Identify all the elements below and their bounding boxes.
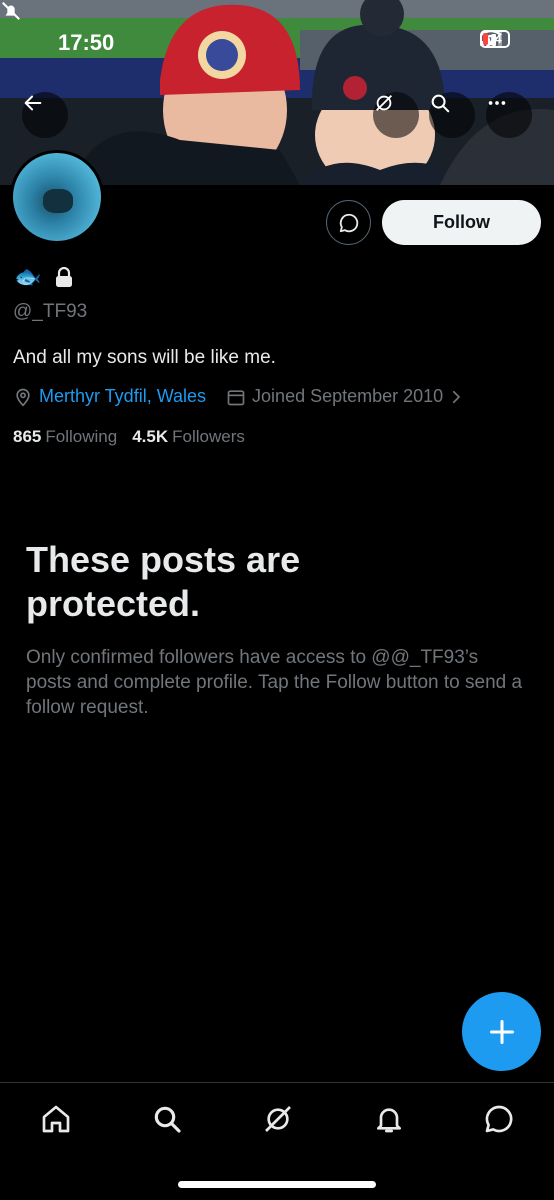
back-button[interactable]	[22, 92, 68, 138]
message-bubble-icon	[339, 213, 358, 232]
protected-description: Only confirmed followers have access to …	[26, 647, 523, 718]
profile-meta: Merthyr Tydfil, Wales Joined September 2…	[13, 386, 465, 407]
search-icon	[431, 94, 450, 113]
home-icon	[42, 1105, 70, 1133]
location-pin-icon	[16, 388, 30, 407]
follow-button[interactable]: Follow	[382, 200, 541, 245]
calendar-icon	[227, 389, 245, 405]
profile-avatar[interactable]	[10, 150, 104, 244]
grok-icon	[265, 1106, 291, 1132]
compose-button[interactable]	[462, 992, 541, 1071]
search-icon	[154, 1106, 181, 1133]
back-arrow-icon	[24, 95, 42, 111]
plus-icon	[489, 1019, 514, 1044]
tab-home[interactable]	[36, 1099, 76, 1139]
profile-location[interactable]: Merthyr Tydfil, Wales	[39, 386, 206, 407]
chevron-right-icon[interactable]	[447, 388, 465, 406]
status-indicators: 14	[480, 30, 510, 48]
grok-icon	[376, 95, 392, 111]
messages-icon	[485, 1105, 513, 1133]
following-link[interactable]: 865 Following	[13, 427, 117, 447]
following-count: 865	[13, 427, 42, 446]
profile-handle: @_TF93	[13, 301, 88, 322]
lock-icon	[56, 267, 73, 287]
message-button[interactable]	[326, 200, 371, 245]
tab-grok[interactable]	[258, 1099, 298, 1139]
battery-icon: 14	[480, 30, 510, 48]
followers-link[interactable]: 4.5K Followers	[132, 427, 245, 447]
grok-button[interactable]	[373, 92, 419, 138]
following-label: Following	[45, 427, 118, 446]
followers-count: 4.5K	[132, 427, 169, 446]
home-indicator[interactable]	[178, 1181, 376, 1188]
tab-messages[interactable]	[479, 1099, 519, 1139]
more-icon	[488, 101, 506, 105]
display-name-emoji: 🐟	[14, 264, 42, 289]
profile-bio: And all my sons will be like me.	[13, 347, 276, 368]
profile-joined: Joined September 2010	[252, 386, 444, 406]
follow-counts: 865 Following 4.5K Followers	[13, 427, 245, 447]
status-time: 17:50	[58, 30, 115, 55]
followers-label: Followers	[172, 427, 245, 446]
profile-name-row: 🐟	[14, 264, 73, 290]
more-button[interactable]	[486, 92, 532, 138]
tab-notifications[interactable]	[369, 1099, 409, 1139]
protected-title: These posts are protected.	[26, 539, 301, 624]
notifications-icon	[377, 1108, 401, 1133]
battery-level: 14	[488, 32, 502, 46]
search-button[interactable]	[429, 92, 475, 138]
avatar-photo-subject	[43, 189, 73, 213]
tab-search[interactable]	[147, 1099, 187, 1139]
bell-slash-icon	[2, 2, 20, 20]
